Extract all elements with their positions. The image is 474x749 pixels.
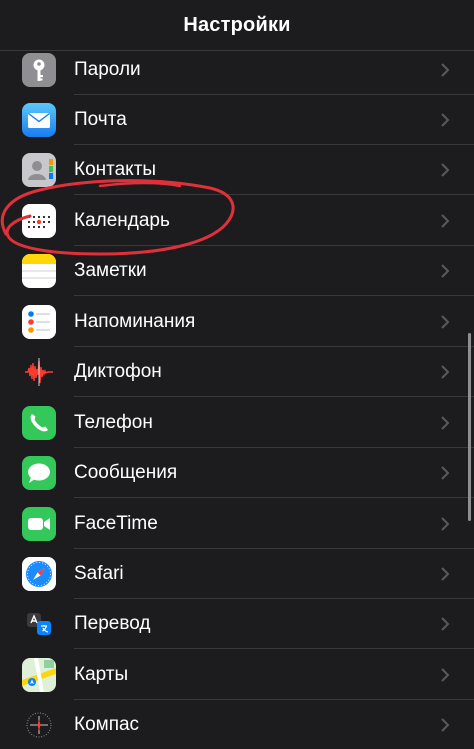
settings-item-compass[interactable]: Компас <box>0 700 474 749</box>
chevron-right-icon <box>441 214 450 228</box>
voice-memos-icon <box>22 355 56 389</box>
settings-item-label: Карты <box>74 664 129 685</box>
compass-icon <box>22 708 56 742</box>
row-separator <box>74 295 474 296</box>
phone-icon <box>22 406 56 440</box>
chevron-right-icon <box>441 718 450 732</box>
settings-item-label: Пароли <box>74 59 141 80</box>
mail-icon <box>22 103 56 137</box>
settings-item-label: FaceTime <box>74 513 158 534</box>
chevron-right-icon <box>441 617 450 631</box>
facetime-icon <box>22 507 56 541</box>
settings-item-label: Напоминания <box>74 311 196 332</box>
chevron-right-icon <box>441 264 450 278</box>
safari-icon <box>22 557 56 591</box>
settings-item-messages[interactable]: Сообщения <box>0 448 474 498</box>
settings-item-notes[interactable]: Заметки <box>0 246 474 296</box>
settings-item-facetime[interactable]: FaceTime <box>0 499 474 549</box>
settings-item-phone[interactable]: Телефон <box>0 398 474 448</box>
row-separator <box>74 194 474 195</box>
settings-item-label: Сообщения <box>74 462 178 483</box>
settings-item-label: Диктофон <box>74 361 162 382</box>
settings-item-translate[interactable]: Перевод <box>0 599 474 649</box>
settings-list[interactable]: Пароли Почта Контакты Календарь Заметки … <box>0 51 474 749</box>
key-icon <box>22 53 56 87</box>
settings-item-label: Контакты <box>74 159 157 180</box>
settings-item-maps[interactable]: Карты <box>0 650 474 700</box>
row-separator <box>74 396 474 397</box>
settings-item-label: Почта <box>74 109 127 130</box>
settings-item-calendar[interactable]: Календарь <box>0 196 474 246</box>
settings-item-label: Заметки <box>74 260 147 281</box>
settings-item-voice-memos[interactable]: Диктофон <box>0 347 474 397</box>
maps-icon <box>22 658 56 692</box>
settings-item-label: Перевод <box>74 613 151 634</box>
settings-item-reminders[interactable]: Напоминания <box>0 297 474 347</box>
chevron-right-icon <box>441 315 450 329</box>
settings-item-mail[interactable]: Почта <box>0 95 474 145</box>
chevron-right-icon <box>441 567 450 581</box>
settings-item-label: Safari <box>74 563 124 584</box>
reminders-icon <box>22 305 56 339</box>
row-separator <box>74 648 474 649</box>
settings-item-label: Телефон <box>74 412 153 433</box>
settings-item-passwords[interactable]: Пароли <box>0 51 474 95</box>
translate-icon <box>22 607 56 641</box>
row-separator <box>74 497 474 498</box>
chevron-right-icon <box>441 365 450 379</box>
chevron-right-icon <box>441 163 450 177</box>
chevron-right-icon <box>441 416 450 430</box>
scrollbar[interactable] <box>468 333 471 521</box>
notes-icon <box>22 254 56 288</box>
settings-item-label: Компас <box>74 714 140 735</box>
chevron-right-icon <box>441 466 450 480</box>
settings-item-label: Календарь <box>74 210 170 231</box>
contacts-icon <box>22 153 56 187</box>
chevron-right-icon <box>441 517 450 531</box>
settings-item-contacts[interactable]: Контакты <box>0 145 474 195</box>
chevron-right-icon <box>441 63 450 77</box>
chevron-right-icon <box>441 113 450 127</box>
calendar-icon <box>22 204 56 238</box>
page-title: Настройки <box>183 13 291 36</box>
messages-icon <box>22 456 56 490</box>
settings-item-safari[interactable]: Safari <box>0 549 474 599</box>
navigation-bar: Настройки <box>0 0 474 51</box>
chevron-right-icon <box>441 668 450 682</box>
